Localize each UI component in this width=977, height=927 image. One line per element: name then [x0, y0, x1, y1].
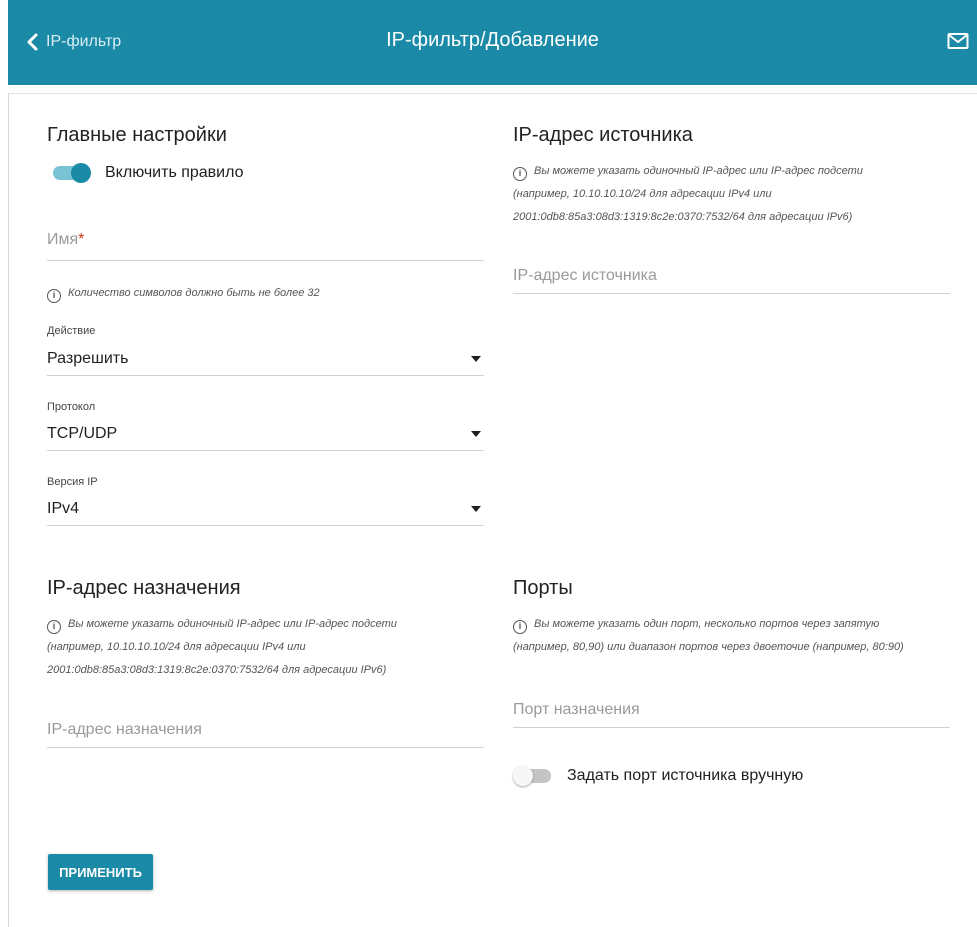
- destination-ip-input[interactable]: [47, 716, 484, 744]
- ports-hint: i Вы можете указать один порт, несколько …: [513, 613, 963, 659]
- ports-heading: Порты: [513, 577, 573, 599]
- source-ip-hint: i Вы можете указать одиночный IP-адрес ил…: [513, 160, 953, 229]
- protocol-label: Протокол: [47, 401, 96, 413]
- source-hint-line-1: i Вы можете указать одиночный IP-адрес ил…: [513, 160, 953, 183]
- name-input[interactable]: [47, 232, 484, 260]
- destination-hint-line-1: i Вы можете указать одиночный IP-адрес ил…: [47, 613, 487, 636]
- info-icon: i: [513, 167, 527, 181]
- source-hint-line-3: 2001:0db8:85a3:08d3:1319:8c2e:0370:7532/…: [513, 211, 853, 223]
- info-icon: i: [513, 620, 527, 634]
- name-hint: i Количество символов должно быть не боле…: [47, 282, 320, 305]
- mail-icon: [947, 33, 969, 49]
- destination-hint-text-1: Вы можете указать одиночный IP-адрес или…: [68, 618, 397, 630]
- source-hint-text-1: Вы можете указать одиночный IP-адрес или…: [534, 165, 863, 177]
- protocol-select[interactable]: TCP/UDP: [47, 417, 484, 451]
- ports-hint-text-1: Вы можете указать один порт, несколько п…: [534, 618, 880, 630]
- manual-source-port-row: Задать порт источника вручную: [513, 766, 804, 786]
- source-ip-field: [513, 262, 950, 294]
- destination-ip-heading: IP-адрес назначения: [47, 577, 241, 599]
- destination-ip-hint: i Вы можете указать одиночный IP-адрес ил…: [47, 613, 487, 682]
- ip-version-select[interactable]: IPv4: [47, 492, 484, 526]
- manual-source-port-label: Задать порт источника вручную: [567, 767, 804, 784]
- source-ip-heading: IP-адрес источника: [513, 124, 693, 146]
- source-hint-line-2: (например, 10.10.10.10/24 для адресации …: [513, 188, 772, 200]
- dropdown-arrow-icon: [471, 430, 481, 437]
- destination-port-field: [513, 696, 950, 728]
- info-icon: i: [47, 620, 61, 634]
- name-field: [47, 232, 484, 261]
- destination-hint-line-2: (например, 10.10.10.10/24 для адресации …: [47, 641, 306, 653]
- ip-version-label: Версия IP: [47, 476, 98, 488]
- name-hint-text: Количество символов должно быть не более…: [68, 287, 320, 299]
- toggle-knob: [513, 766, 533, 786]
- enable-rule-toggle[interactable]: [53, 163, 91, 183]
- destination-ip-field: [47, 716, 484, 748]
- toggle-knob: [71, 163, 91, 183]
- source-ip-input[interactable]: [513, 262, 950, 290]
- page-title: IP-фильтр/Добавление: [386, 29, 599, 51]
- destination-hint-line-3: 2001:0db8:85a3:08d3:1319:8c2e:0370:7532/…: [47, 664, 387, 676]
- enable-rule-label: Включить правило: [105, 164, 244, 181]
- action-select-value: Разрешить: [47, 349, 129, 367]
- top-bar: IP-фильтр IP-фильтр/Добавление: [8, 0, 977, 85]
- apply-button[interactable]: ПРИМЕНИТЬ: [48, 854, 153, 890]
- protocol-select-value: TCP/UDP: [47, 424, 118, 442]
- ports-hint-line-2: (например, 80,90) или диапазон портов че…: [513, 641, 904, 653]
- ip-version-select-value: IPv4: [47, 499, 80, 517]
- ports-hint-line-1: i Вы можете указать один порт, несколько …: [513, 613, 963, 636]
- action-select[interactable]: Разрешить: [47, 342, 484, 376]
- dropdown-arrow-icon: [471, 505, 481, 512]
- info-icon: i: [47, 289, 61, 303]
- mail-button[interactable]: [947, 32, 969, 55]
- dropdown-arrow-icon: [471, 355, 481, 362]
- action-label: Действие: [47, 325, 96, 337]
- form-panel: Главные настройки Включить правило Имя* …: [8, 93, 977, 927]
- enable-rule-row: Включить правило: [53, 163, 244, 183]
- main-settings-heading: Главные настройки: [47, 124, 227, 146]
- manual-source-port-toggle[interactable]: [513, 766, 551, 786]
- destination-port-input[interactable]: [513, 696, 950, 724]
